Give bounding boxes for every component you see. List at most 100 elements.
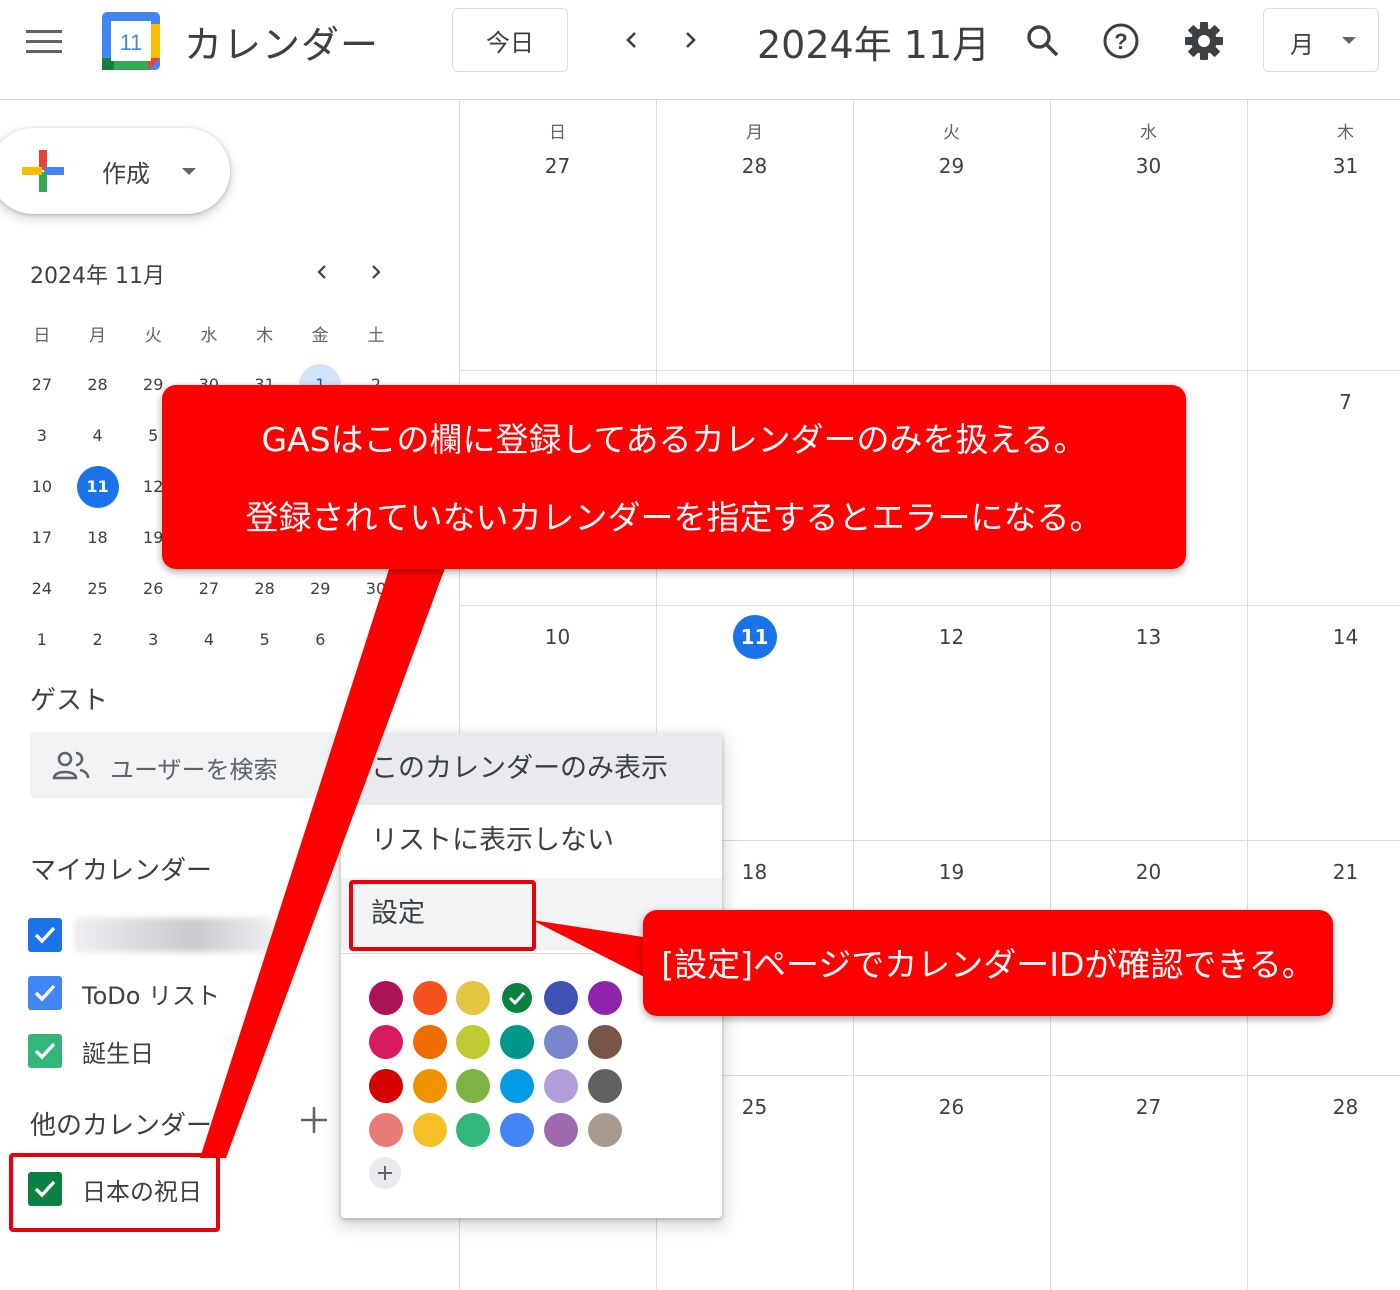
mini-day[interactable]: 17 [14, 512, 70, 563]
color-swatch[interactable] [587, 981, 622, 1015]
grid-date[interactable]: 10 [459, 625, 656, 649]
mini-day-number: 2 [92, 630, 103, 649]
mini-day[interactable]: 10 [14, 461, 70, 512]
color-swatch[interactable] [543, 1069, 578, 1103]
color-swatch[interactable] [412, 1113, 447, 1147]
next-period-button[interactable] [670, 20, 710, 60]
grid-date[interactable]: 27 [1050, 1095, 1247, 1119]
mini-prev-month-button[interactable] [308, 258, 336, 286]
menu-item-display-only-this[interactable]: このカレンダーのみ表示 [341, 733, 722, 805]
mini-day[interactable]: 2 [70, 614, 126, 665]
color-swatch[interactable] [543, 981, 578, 1015]
mini-day[interactable]: 3 [125, 614, 181, 665]
mini-day[interactable]: 27 [181, 563, 237, 614]
main-menu-icon[interactable] [26, 30, 62, 54]
color-swatch[interactable] [369, 1025, 403, 1059]
calendar-list-item[interactable] [28, 916, 274, 954]
calendar-checkbox[interactable] [28, 918, 62, 952]
mini-day[interactable]: 26 [125, 563, 181, 614]
mini-day[interactable]: 29 [292, 563, 348, 614]
today-button[interactable]: 今日 [452, 8, 568, 72]
mini-day[interactable]: 24 [14, 563, 70, 614]
mini-day[interactable]: 30 [348, 563, 404, 614]
color-swatch[interactable] [369, 981, 403, 1015]
grid-date[interactable]: 7 [1247, 390, 1400, 414]
mini-day-number: 27 [31, 375, 53, 394]
mini-weekday: 火 [144, 326, 162, 346]
mini-day-number: 17 [31, 528, 53, 547]
mini-day[interactable]: 25 [70, 563, 126, 614]
previous-period-button[interactable] [612, 20, 652, 60]
grid-today-date[interactable]: 11 [732, 615, 777, 659]
color-swatch[interactable] [587, 1025, 622, 1059]
color-swatch[interactable] [412, 1069, 447, 1103]
color-swatch[interactable] [456, 1025, 491, 1059]
calendar-logo-icon[interactable]: 11 [102, 12, 160, 70]
grid-date[interactable]: 27 [459, 154, 656, 178]
mini-next-month-button[interactable] [362, 258, 390, 286]
grid-date[interactable]: 28 [1247, 1095, 1400, 1119]
search-users-input[interactable]: ユーザーを検索 [30, 732, 360, 798]
color-swatch[interactable] [500, 1113, 535, 1147]
add-other-calendar-icon[interactable] [298, 1104, 330, 1136]
mini-day[interactable]: 4 [181, 614, 237, 665]
grid-date[interactable]: 26 [853, 1095, 1050, 1119]
calendar-checkbox[interactable] [28, 1034, 62, 1068]
color-swatch[interactable] [412, 1025, 447, 1059]
view-selector-label: 月 [1290, 31, 1314, 59]
color-swatch[interactable] [369, 1069, 403, 1103]
color-swatch[interactable] [456, 1069, 491, 1103]
grid-date[interactable]: 20 [1050, 860, 1247, 884]
view-selector[interactable]: 月 [1263, 8, 1379, 72]
search-users-placeholder: ユーザーを検索 [110, 756, 278, 784]
mini-day[interactable]: 1 [14, 614, 70, 665]
mini-day[interactable]: 5 [237, 614, 293, 665]
grid-date[interactable]: 14 [1247, 625, 1400, 649]
mini-day[interactable]: 6 [292, 614, 348, 665]
color-swatch[interactable] [587, 1113, 622, 1147]
svg-text:?: ? [1114, 29, 1127, 54]
annotation-line-1: GASはこの欄に登録してあるカレンダーのみを扱える。 [261, 420, 1087, 459]
calendar-list-item[interactable]: 誕生日 [28, 1032, 154, 1070]
mini-day[interactable]: 7 [348, 614, 404, 665]
menu-item-hide-from-list[interactable]: リストに表示しない [341, 805, 722, 877]
add-custom-color-button[interactable] [369, 1157, 401, 1189]
calendar-list-item[interactable]: ToDo リスト [28, 974, 220, 1012]
mini-calendar-week: 24 25 26 27 28 29 30 [14, 563, 404, 614]
search-button[interactable] [1020, 18, 1066, 64]
checkmark-icon [34, 1042, 56, 1060]
mini-day[interactable]: 28 [70, 359, 126, 410]
grid-date[interactable]: 31 [1247, 154, 1400, 178]
mini-day[interactable]: 18 [70, 512, 126, 563]
grid-date[interactable]: 30 [1050, 154, 1247, 178]
grid-date[interactable]: 19 [853, 860, 1050, 884]
calendar-app: 11 カレンダー 今日 2024年 11月 ? 月 作成 2024年 11月 日… [0, 0, 1400, 1290]
mini-day[interactable]: 3 [14, 410, 70, 461]
color-swatch[interactable] [456, 981, 491, 1015]
color-swatch[interactable] [500, 981, 535, 1015]
mini-calendar-weekdays: 日月火水木金土 [14, 308, 404, 359]
grid-date[interactable]: 21 [1247, 860, 1400, 884]
calendar-checkbox[interactable] [28, 976, 62, 1010]
mini-day[interactable]: 28 [237, 563, 293, 614]
grid-date[interactable]: 13 [1050, 625, 1247, 649]
color-swatch[interactable] [500, 1025, 535, 1059]
create-button[interactable]: 作成 [0, 128, 230, 214]
color-swatch[interactable] [587, 1069, 622, 1103]
grid-date[interactable]: 28 [656, 154, 853, 178]
color-swatch[interactable] [500, 1069, 535, 1103]
mini-day[interactable]: 11 [70, 461, 126, 512]
color-swatch[interactable] [543, 1025, 578, 1059]
grid-date[interactable]: 12 [853, 625, 1050, 649]
help-icon: ? [1103, 23, 1139, 59]
color-swatch[interactable] [369, 1113, 403, 1147]
mini-day-number: 29 [310, 579, 331, 598]
color-swatch[interactable] [412, 981, 447, 1015]
color-swatch[interactable] [543, 1113, 578, 1147]
settings-button[interactable] [1181, 18, 1227, 64]
help-button[interactable]: ? [1098, 18, 1144, 64]
mini-day[interactable]: 27 [14, 359, 70, 410]
grid-date[interactable]: 29 [853, 154, 1050, 178]
mini-day[interactable]: 4 [70, 410, 126, 461]
color-swatch[interactable] [456, 1113, 491, 1147]
